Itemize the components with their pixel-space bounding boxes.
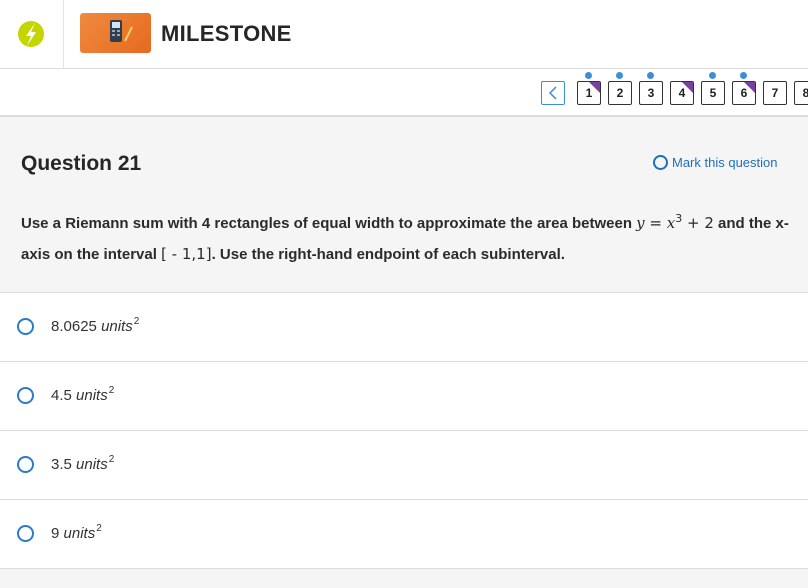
mark-question-label: Mark this question [672, 155, 778, 170]
top-header: MILESTONE [0, 0, 808, 69]
previous-questions-button[interactable] [541, 81, 565, 105]
question-nav-button-7[interactable]: 7 [763, 81, 787, 105]
equation-equals: = [644, 214, 667, 232]
answer-option[interactable]: 8.0625 units2 [0, 293, 808, 362]
question-nav-button-6[interactable]: 6 [732, 81, 756, 105]
question-number: 7 [771, 86, 779, 100]
question-nav-button-4[interactable]: 4 [670, 81, 694, 105]
answer-option[interactable]: 3.5 units2 [0, 431, 808, 500]
answered-indicator [585, 72, 592, 79]
answered-indicator [647, 72, 654, 79]
question-navigator: 1 2 3 4 5 6 7 8 [0, 69, 808, 117]
flag-icon [744, 82, 755, 93]
chevron-left-icon [548, 86, 557, 100]
question-number: 5 [709, 86, 717, 100]
flag-icon [589, 82, 600, 93]
flag-icon [682, 82, 693, 93]
question-number: 3 [647, 86, 655, 100]
question-nav-button-2[interactable]: 2 [608, 81, 632, 105]
answered-indicator [616, 72, 623, 79]
interval: [ - 1,1] [161, 245, 212, 263]
answer-option[interactable]: 4.5 units2 [0, 362, 808, 431]
question-nav-button-5[interactable]: 5 [701, 81, 725, 105]
equation-variable: y [636, 214, 645, 232]
question-text-part: Use a Riemann sum with 4 rectangles of e… [21, 215, 637, 232]
mark-radio-icon [653, 155, 668, 170]
question-number: 2 [616, 86, 624, 100]
question-panel: Question 21 Mark this question Use a Rie… [0, 119, 808, 293]
answer-options: 8.0625 units2 4.5 units2 3.5 units2 9 un… [0, 292, 808, 569]
course-thumbnail [80, 13, 151, 53]
question-text-part: . Use the right-hand endpoint of each su… [211, 246, 565, 263]
question-nav-button-3[interactable]: 3 [639, 81, 663, 105]
brand-title: MILESTONE [161, 21, 292, 46]
question-number: 8 [803, 86, 808, 100]
answer-text: 3.5 units2 [51, 454, 115, 473]
radio-button[interactable] [17, 456, 34, 473]
question-title: Question 21 [21, 152, 142, 175]
answer-text: 9 units2 [51, 523, 102, 542]
answer-text: 4.5 units2 [51, 385, 115, 404]
question-nav-button-8[interactable]: 8 [794, 81, 808, 105]
mark-question-button[interactable]: Mark this question [653, 155, 778, 170]
equation-x: x [666, 214, 676, 232]
answer-text: 8.0625 units2 [51, 316, 140, 335]
radio-button[interactable] [17, 387, 34, 404]
answered-indicator [740, 72, 747, 79]
equation-constant: + 2 [682, 214, 714, 232]
radio-button[interactable] [17, 318, 34, 335]
logo-icon [18, 21, 44, 47]
sophia-logo[interactable] [0, 0, 64, 68]
answer-option[interactable]: 9 units2 [0, 500, 808, 569]
radio-button[interactable] [17, 525, 34, 542]
question-nav-button-1[interactable]: 1 [577, 81, 601, 105]
question-text: Use a Riemann sum with 4 rectangles of e… [21, 203, 796, 270]
answered-indicator [709, 72, 716, 79]
